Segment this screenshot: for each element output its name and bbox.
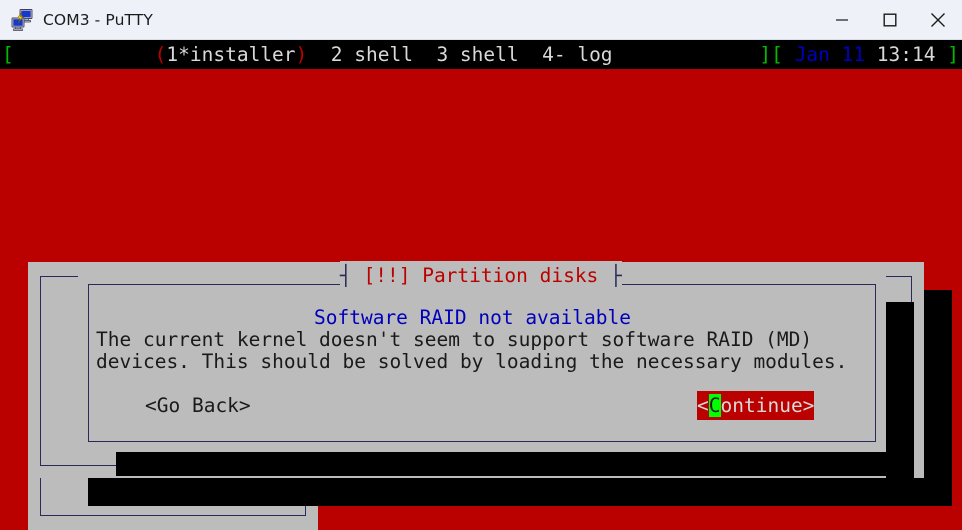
window-1-open-paren: ( [154, 43, 167, 66]
status-date: Jan 11 [794, 43, 866, 66]
window-1-close-paren: ) [295, 43, 308, 66]
front-dialog-shadow-bottom [116, 448, 914, 476]
tmux-window-3[interactable]: 3 shell [436, 43, 518, 66]
tmux-window-1[interactable]: 1*installer [166, 43, 295, 66]
terminal-cursor: C [708, 394, 721, 417]
tmux-window-4[interactable]: 4- log [542, 43, 612, 66]
minimize-button[interactable] [818, 0, 866, 39]
status-right-close-bracket: ] [759, 43, 772, 66]
tmux-status-right: ][ Jan 11 13:14 ] [759, 40, 959, 69]
mid-dialog-shadow-right [924, 290, 952, 506]
mid-dialog-shadow-bottom [88, 478, 952, 506]
dialog-title-bar: ┤ [!!] Partition disks ├ [340, 261, 622, 290]
tmux-status-line: [ (1*installer) 2 shell 3 shell 4- log ]… [0, 40, 962, 69]
continue-button-prefix: < [697, 394, 709, 417]
status-right-end-bracket: ] [947, 43, 959, 66]
status-left-bracket: [ [2, 43, 14, 66]
status-right-open-bracket: [ [771, 43, 783, 66]
maximize-button[interactable] [866, 0, 914, 39]
status-time: 13:14 [876, 43, 936, 66]
go-back-button[interactable]: <Go Back> [145, 391, 251, 420]
window-titlebar[interactable]: COM3 - PuTTY [0, 0, 962, 40]
page-title: [!!] Partition disks [363, 264, 599, 287]
putty-icon [9, 7, 35, 33]
close-button[interactable] [914, 0, 962, 39]
continue-button-suffix: ontinue> [720, 394, 815, 417]
putty-terminal[interactable]: [ (1*installer) 2 shell 3 shell 4- log ]… [0, 40, 962, 530]
title-left-bar: ┤ [340, 264, 352, 287]
tmux-window-2[interactable]: 2 shell [331, 43, 413, 66]
window-controls [818, 0, 962, 39]
title-right-bar: ├ [610, 264, 622, 287]
continue-button[interactable]: <Continue> [697, 391, 815, 420]
dialog-body-line-2: devices. This should be solved by loadin… [96, 350, 848, 373]
tmux-window-list: [ (1*installer) 2 shell 3 shell 4- log [2, 40, 613, 69]
window-title: COM3 - PuTTY [43, 10, 153, 29]
